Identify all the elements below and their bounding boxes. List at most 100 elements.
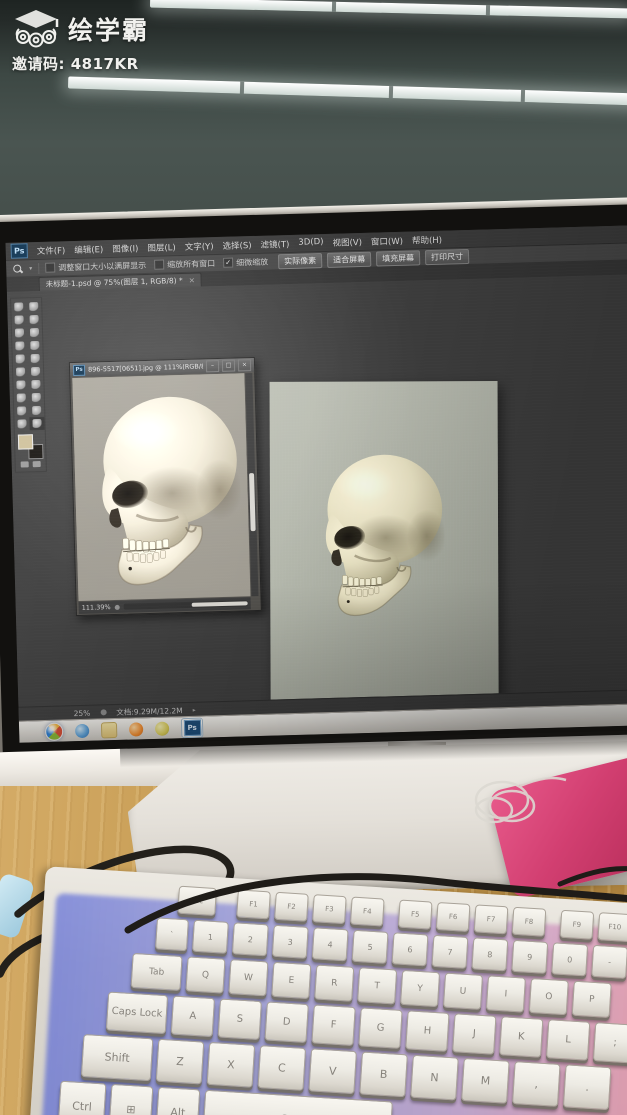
checkbox-icon[interactable] [45,262,56,273]
menu-item-2[interactable]: 图像(I) [112,242,138,255]
menu-item-7[interactable]: 3D(D) [298,237,323,250]
key-f5: F5 [397,899,433,930]
tool-dodge-icon[interactable] [28,378,43,391]
light-segment-gap [389,86,394,99]
tool-pen-icon[interactable] [14,391,29,404]
menu-item-3[interactable]: 图层(L) [147,241,176,254]
app-yellow-icon[interactable] [154,721,170,736]
tab-close-icon[interactable]: × [189,276,196,285]
menu-item-10[interactable]: 帮助(H) [412,233,442,246]
reference-zoom-level[interactable]: 111.39% [82,603,111,612]
tool-gradient-icon[interactable] [28,365,43,378]
reference-image-window[interactable]: Ps 896-5517[0651].jpg @ 111%(RGB/8) – □ … [68,356,262,617]
tool-eraser-icon[interactable] [13,365,28,378]
key-ctrl: Ctrl [57,1080,107,1115]
menu-item-9[interactable]: 窗口(W) [371,234,403,247]
horizontal-scroll-thumb[interactable] [191,601,248,607]
tool-type-icon[interactable] [29,391,44,404]
type-glyph [31,392,41,403]
key-d: D [264,1001,309,1043]
key-v: V [308,1048,358,1095]
option-button-3[interactable]: 打印尺寸 [424,248,470,265]
tool-lasso-icon[interactable] [11,313,26,326]
minimize-button[interactable]: – [205,359,220,373]
light-segment-gap [332,1,337,12]
tool-path-selection-icon[interactable] [14,404,29,417]
tool-history-brush-icon[interactable] [28,352,43,365]
option-checkbox-2[interactable]: ✓ 细微缩放 [223,256,268,268]
tool-crop-icon[interactable] [12,326,27,339]
tool-quick-selection-icon[interactable] [26,313,41,326]
tool-zoom-icon[interactable] [29,416,45,431]
key-tab: Tab [130,952,183,991]
option-button-1[interactable]: 适合屏幕 [326,251,372,268]
menu-item-8[interactable]: 视图(V) [332,235,362,248]
foreground-color-swatch[interactable] [17,434,34,450]
menu-item-5[interactable]: 选择(S) [222,239,251,252]
folder-icon[interactable] [100,721,118,738]
option-checkbox-1[interactable]: 缩放所有窗口 [154,258,215,271]
tool-preset-caret-icon[interactable]: ▾ [29,265,32,272]
tool-rectangle-icon[interactable] [29,404,44,417]
menu-item-4[interactable]: 文字(Y) [185,240,214,253]
key-caps-lock: Caps Lock [105,991,169,1035]
horizontal-scrollbar[interactable] [123,600,248,610]
vertical-scroll-thumb[interactable] [249,473,256,532]
tool-brush-icon[interactable] [27,339,42,352]
key-p: P [571,980,612,1018]
active-app-slot[interactable]: Ps [180,717,204,738]
option-checkbox-0[interactable]: 调整窗口大小以满屏显示 [45,259,146,273]
key-c: C [257,1045,307,1091]
history-brush-glyph [30,353,40,364]
app-orange-icon[interactable] [128,721,144,737]
key-t: T [357,967,398,1005]
mechanical-keyboard: Esc F1 F2 F3 F4 F5 F6 F7 F8 F9 F10 ` 1 2 3 4 5 6 7 8 9 0- Tab Q… [25,866,627,1115]
watermark: 绘学霸 邀请码: 4817KR [12,7,149,74]
canvas-zoom-level[interactable]: 25% [74,708,91,717]
checkbox-checked-icon[interactable]: ✓ [223,257,234,268]
tool-blur-icon[interactable] [13,378,28,391]
start-button[interactable] [44,721,64,741]
menu-item-0[interactable]: 文件(F) [37,244,66,257]
quick-mask-icon[interactable] [20,461,29,468]
option-button-0[interactable]: 实际像素 [277,252,323,269]
photoshop-toolbox [10,296,47,473]
painting-canvas[interactable] [269,381,499,710]
menu-item-1[interactable]: 编辑(E) [74,243,103,256]
option-button-2[interactable]: 填充屏幕 [375,249,421,267]
tool-eyedropper-icon[interactable] [27,326,42,339]
screen-mode-icon[interactable] [32,461,41,468]
browser-icon[interactable] [74,723,90,738]
menu-item-6[interactable]: 滤镜(T) [260,237,289,250]
brush-glyph [30,340,40,351]
key-;: ; [592,1022,627,1064]
huixueba-logo-icon [15,10,59,48]
zoom-tool-icon[interactable] [12,263,23,274]
key-e: E [271,961,312,1000]
skull-reference-photo [75,377,243,599]
watermark-invite-code: 邀请码: 4817KR [12,55,139,73]
key-w: W [228,959,269,997]
tool-grid [11,300,45,431]
key-f9: F9 [559,909,595,940]
status-expander-icon[interactable]: ▸ [193,706,196,713]
tool-spot-healing-icon[interactable] [12,339,27,352]
photoshop-taskbar-icon[interactable]: Ps [183,719,201,736]
tool-clone-stamp-icon[interactable] [13,352,28,365]
tool-marquee-icon[interactable] [26,300,41,313]
photoshop-app-icon[interactable]: Ps [10,243,28,259]
tool-hand-icon[interactable] [14,417,29,430]
hand-glyph [17,419,27,429]
close-button[interactable]: × [237,359,252,372]
lasso-glyph [14,315,24,325]
reference-image-canvas[interactable] [72,373,251,601]
key-f4: F4 [349,896,385,927]
maximize-button[interactable]: □ [221,359,236,372]
key-f3: F3 [312,894,347,925]
pen-glyph [16,393,26,403]
checkbox-icon[interactable] [154,259,165,270]
move-glyph [14,302,24,312]
tool-move-icon[interactable] [11,300,26,313]
key-g: G [358,1007,403,1049]
key-0: 0 [551,942,589,977]
